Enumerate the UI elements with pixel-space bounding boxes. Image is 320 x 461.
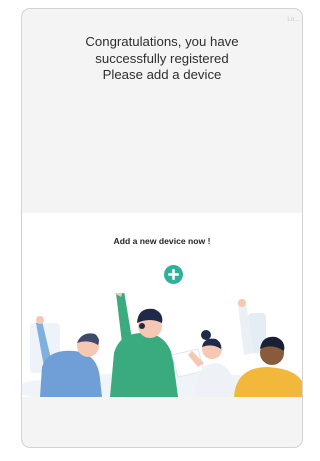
- welcome-line-2: successfully registered: [95, 51, 229, 66]
- welcome-line-3: Please add a device: [102, 67, 222, 82]
- app-frame: Lo... Congratulations, you have successf…: [21, 8, 303, 448]
- add-device-button[interactable]: [164, 265, 183, 284]
- add-device-banner: Add a new device now !: [22, 213, 302, 397]
- plus-icon: [168, 269, 179, 280]
- welcome-line-1: Congratulations, you have: [85, 34, 239, 49]
- add-device-title: Add a new device now !: [113, 236, 211, 246]
- people-waving-illustration: [22, 293, 302, 397]
- corner-link[interactable]: Lo...: [287, 17, 300, 23]
